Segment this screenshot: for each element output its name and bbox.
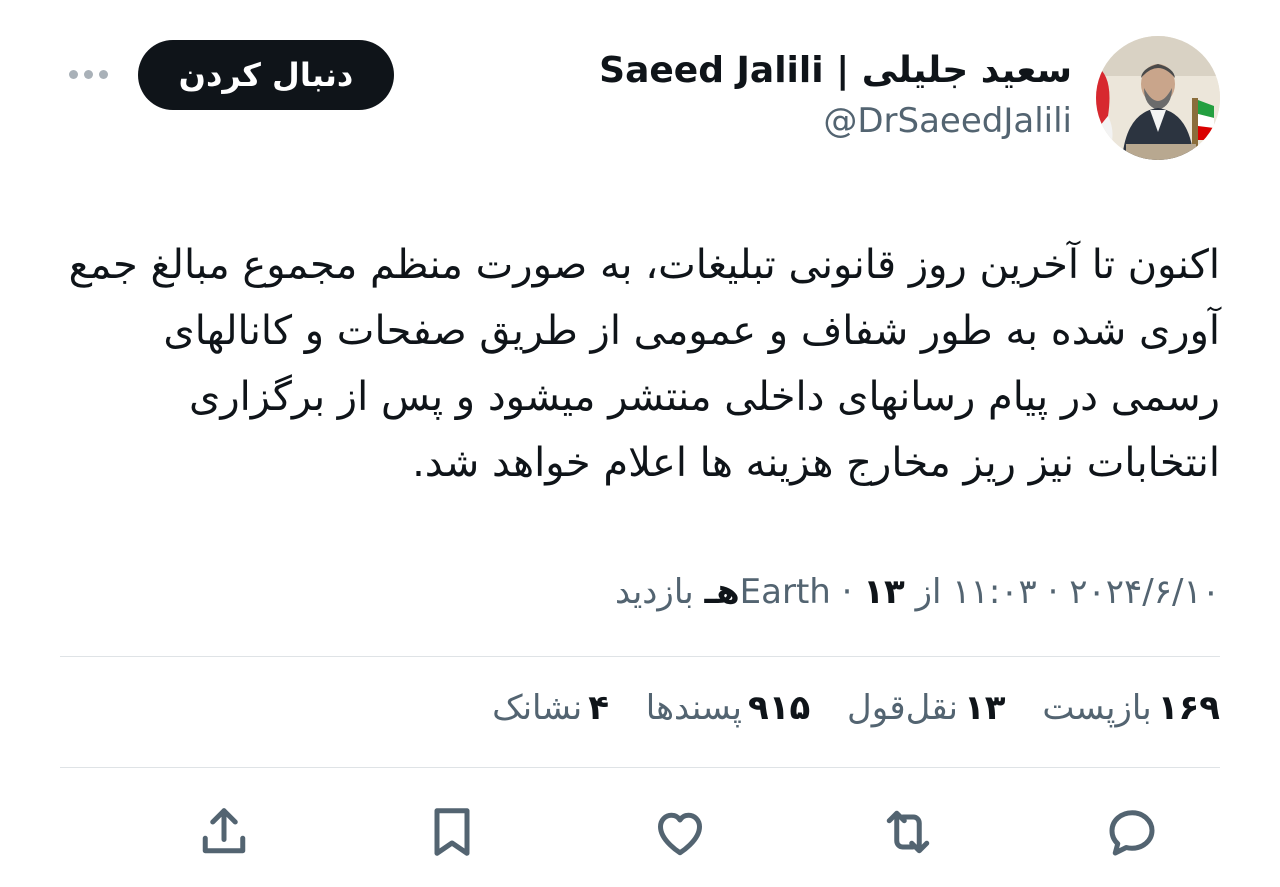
views-label: بازدید (614, 572, 705, 612)
reply-icon (1109, 810, 1155, 856)
bookmarks-label: نشانک (492, 688, 583, 728)
tweet-date[interactable]: ۲۰۲۴/۶/۱۰ (1069, 572, 1220, 612)
reposts-label: بازپست (1042, 688, 1152, 728)
repost-button[interactable] (872, 796, 944, 868)
quotes-label: نقل‌قول (847, 688, 958, 728)
reply-button[interactable] (1096, 796, 1168, 868)
bookmark-button[interactable] (416, 796, 488, 868)
follow-button[interactable]: دنبال کردن (138, 40, 394, 110)
tweet-header: سعید جلیلی | Saeed Jalili @DrSaeedJalili… (60, 36, 1220, 166)
divider (60, 767, 1220, 768)
tweet-text: اکنون تا آخرین روز قانونی تبلیغات، به صو… (68, 242, 1220, 486)
divider (60, 656, 1220, 657)
likes-label: پسندها (645, 688, 742, 728)
more-horizontal-icon (83, 69, 93, 79)
quotes-count: ۱۳ (963, 688, 1006, 728)
tweet-meta: ۲۰۲۴/۶/۱۰ · ۱۱:۰۳ از Earth · ۱۳هـ بازدید (60, 572, 1220, 624)
like-button[interactable] (644, 796, 716, 868)
likes-count: ۹۱۵ (747, 688, 811, 728)
profile-photo (1096, 36, 1220, 160)
user-handle[interactable]: @DrSaeedJalili (599, 96, 1072, 146)
tweet-actions (60, 796, 1220, 868)
avatar[interactable] (1096, 36, 1220, 160)
reposts-stat[interactable]: ۱۶۹بازپست (1042, 688, 1220, 728)
tweet-stats: ۱۶۹بازپست ۱۳نقل‌قول ۹۱۵پسندها ۴نشانک (60, 688, 1220, 738)
repost-icon (886, 810, 930, 854)
share-icon (202, 808, 246, 854)
tweet-time[interactable]: ۱۱:۰۳ (952, 572, 1037, 612)
author-info: سعید جلیلی | Saeed Jalili @DrSaeedJalili (599, 46, 1072, 146)
meta-separator: · (830, 572, 864, 612)
quotes-stat[interactable]: ۱۳نقل‌قول (847, 688, 1005, 728)
like-icon (658, 812, 702, 856)
meta-separator: · (1036, 572, 1070, 612)
share-button[interactable] (188, 796, 260, 868)
more-horizontal-icon (98, 69, 108, 79)
bookmark-icon (434, 808, 470, 856)
more-options-button[interactable] (60, 56, 116, 92)
display-name[interactable]: سعید جلیلی | Saeed Jalili (599, 46, 1072, 96)
more-horizontal-icon (68, 69, 78, 79)
bookmarks-count: ۴ (588, 688, 609, 728)
bookmarks-stat[interactable]: ۴نشانک (492, 688, 609, 728)
likes-stat[interactable]: ۹۱۵پسندها (646, 688, 810, 728)
reposts-count: ۱۶۹ (1157, 688, 1220, 728)
